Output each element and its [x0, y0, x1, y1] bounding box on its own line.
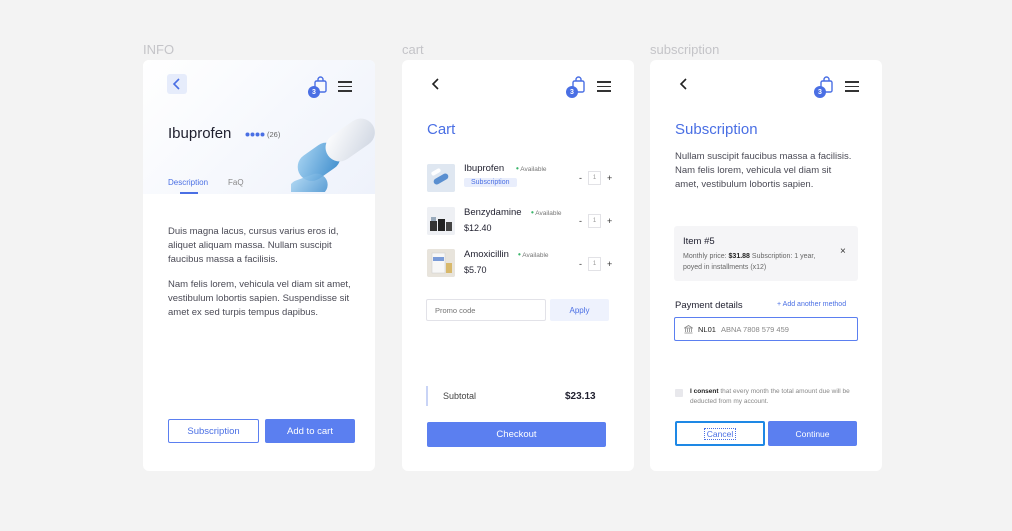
cancel-button[interactable]: Cancel — [675, 421, 765, 446]
product-thumbnail — [427, 207, 455, 235]
page-title: Subscription — [675, 121, 758, 138]
rating-count: (26) — [267, 130, 281, 139]
frame-title-subscription: subscription — [650, 42, 720, 57]
info-panel: 3 Ibuprofen (26) Description FaQ Duis ma… — [143, 60, 375, 471]
add-to-cart-button[interactable]: Add to cart — [265, 419, 355, 443]
subtotal-value: $23.13 — [565, 391, 596, 402]
rating-dots-icon — [245, 132, 265, 137]
plus-icon: + — [777, 301, 782, 308]
menu-button[interactable] — [338, 81, 352, 92]
decrement-button[interactable]: - — [579, 173, 582, 183]
back-button[interactable] — [426, 74, 446, 94]
back-arrow-icon — [172, 78, 180, 90]
back-arrow-icon — [679, 78, 687, 90]
product-image-benzydamine — [427, 207, 455, 235]
cart-count-badge: 3 — [566, 86, 578, 98]
consent-checkbox[interactable] — [675, 389, 683, 397]
cart-panel: 3 Cart Ibuprofen • Available Subscriptio… — [402, 60, 634, 471]
iban-country-code: NL01 — [698, 324, 716, 334]
product-thumbnail — [427, 249, 455, 277]
subscription-item-card: Item #5 Monthly price: $31.88 Subscripti… — [674, 226, 858, 281]
add-method-link[interactable]: + Add another method — [777, 301, 846, 308]
description-paragraph-1: Duis magna lacus, cursus varius eros id,… — [168, 226, 339, 265]
cart-button[interactable]: 3 — [814, 76, 836, 98]
subscription-tag: Subscription — [464, 178, 517, 187]
tab-faq[interactable]: FaQ — [228, 178, 244, 187]
bank-icon — [684, 324, 693, 333]
cart-button[interactable]: 3 — [566, 76, 588, 98]
availability-status: • Available — [531, 208, 562, 217]
continue-button[interactable]: Continue — [768, 421, 857, 446]
menu-button[interactable] — [845, 81, 859, 92]
quantity-value[interactable]: 1 — [588, 257, 601, 271]
quantity-stepper: - 1 + — [579, 257, 612, 271]
quantity-value[interactable]: 1 — [588, 214, 601, 228]
item-title: Item #5 — [683, 236, 715, 247]
cart-item-price: $12.40 — [464, 223, 492, 233]
cart-count-badge: 3 — [308, 86, 320, 98]
subtotal-accent-bar — [426, 386, 428, 406]
page-title: Cart — [427, 121, 456, 138]
close-icon[interactable]: × — [840, 246, 846, 257]
payment-details-label: Payment details — [675, 300, 743, 311]
cart-item-name: Benzydamine — [464, 207, 522, 218]
product-image-ibuprofen — [427, 164, 455, 192]
increment-button[interactable]: + — [607, 216, 612, 226]
product-image-amoxicillin — [427, 249, 455, 277]
checkout-button[interactable]: Checkout — [427, 422, 606, 447]
frame-title-info: INFO — [143, 42, 175, 57]
cart-item-price: $5.70 — [464, 265, 487, 275]
item-details: Monthly price: $31.88 Subscription: 1 ye… — [683, 253, 816, 271]
product-name: Ibuprofen — [168, 125, 232, 142]
iban-field[interactable]: NL01 ABNA 7808 579 459 — [674, 317, 858, 341]
quantity-stepper: - 1 + — [579, 214, 612, 228]
promo-code-input[interactable] — [426, 299, 546, 321]
pill-capsule-image — [291, 118, 375, 192]
back-button[interactable] — [167, 74, 187, 94]
availability-status: • Available — [518, 250, 549, 259]
availability-status: • Available — [516, 164, 547, 173]
cart-item-name: Ibuprofen — [464, 163, 505, 174]
back-arrow-icon — [431, 78, 439, 90]
tab-description[interactable]: Description — [168, 178, 208, 187]
frame-title-cart: cart — [402, 42, 424, 57]
subscription-intro: Nullam suscipit faucibus massa a facilis… — [675, 151, 852, 190]
increment-button[interactable]: + — [607, 259, 612, 269]
consent-text: I consent that every month the total amo… — [690, 388, 850, 405]
quantity-value[interactable]: 1 — [588, 171, 601, 185]
cart-item-name: Amoxicillin — [464, 249, 509, 260]
menu-button[interactable] — [597, 81, 611, 92]
decrement-button[interactable]: - — [579, 216, 582, 226]
decrement-button[interactable]: - — [579, 259, 582, 269]
apply-button[interactable]: Apply — [550, 299, 609, 321]
subscription-button[interactable]: Subscription — [168, 419, 259, 443]
increment-button[interactable]: + — [607, 173, 612, 183]
cart-count-badge: 3 — [814, 86, 826, 98]
quantity-stepper: - 1 + — [579, 171, 612, 185]
cart-button[interactable]: 3 — [308, 76, 330, 98]
rating: (26) — [245, 130, 280, 139]
subtotal-label: Subtotal — [443, 391, 477, 401]
iban-number: ABNA 7808 579 459 — [720, 324, 789, 334]
subscription-panel: 3 Subscription Nullam suscipit faucibus … — [650, 60, 882, 471]
tab-active-indicator — [180, 192, 198, 194]
back-button[interactable] — [674, 74, 694, 94]
description-paragraph-2: Nam felis lorem, vehicula vel diam sit a… — [168, 279, 351, 318]
product-thumbnail — [427, 164, 455, 192]
